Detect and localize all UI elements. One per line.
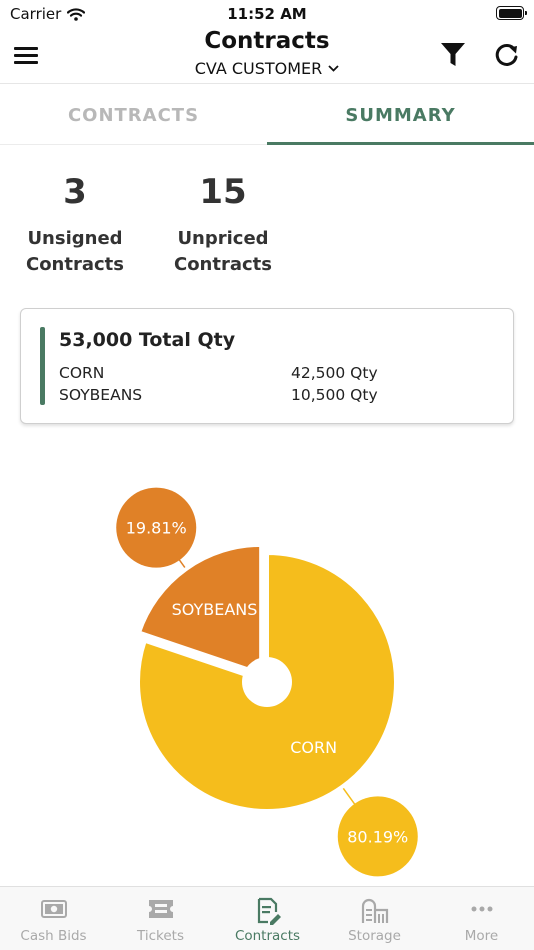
commodity-qty: 10,500 Qty — [291, 386, 378, 404]
more-dots-icon — [428, 897, 534, 925]
tab-bar-label: Storage — [348, 928, 401, 944]
total-quantity: 53,000 Total Qty — [59, 329, 236, 351]
unsigned-contracts-stat: 3 Unsigned Contracts — [10, 172, 140, 278]
refresh-button[interactable] — [493, 41, 521, 69]
menu-icon-line — [14, 54, 38, 57]
unsigned-count: 3 — [63, 172, 87, 212]
filter-button[interactable] — [440, 41, 466, 69]
unsigned-label-line1: Unsigned — [27, 228, 123, 249]
tab-summary[interactable]: SUMMARY — [267, 85, 534, 145]
view-tabs: CONTRACTS SUMMARY — [0, 85, 534, 145]
commodity-name: CORN — [59, 364, 105, 382]
unpriced-label-line1: Unpriced — [177, 228, 269, 249]
menu-button[interactable] — [12, 42, 42, 68]
tab-bar-label: More — [464, 928, 499, 944]
pie-percent-label: 80.19% — [347, 827, 408, 846]
tab-contracts[interactable]: CONTRACTS — [0, 85, 267, 145]
tab-bar-more[interactable]: More — [428, 887, 534, 950]
tab-bar-label: Tickets — [137, 928, 184, 944]
unpriced-label-line2: Contracts — [173, 254, 272, 275]
carrier-indicator: Carrier — [10, 5, 86, 23]
customer-name: CVA CUSTOMER — [194, 59, 323, 78]
pie-slice-label: CORN — [290, 738, 337, 757]
contract-edit-icon — [214, 897, 321, 925]
tab-bar-storage[interactable]: Storage — [321, 887, 428, 950]
menu-icon-line — [14, 61, 38, 64]
battery-icon — [496, 6, 527, 20]
status-bar: Carrier 11:52 AM — [0, 0, 534, 28]
wifi-icon — [67, 7, 86, 21]
tab-bar-contracts[interactable]: Contracts — [214, 887, 321, 950]
tab-bar-cash-bids[interactable]: Cash Bids — [0, 887, 107, 950]
filter-icon — [441, 43, 465, 66]
pie-slice-label: SOYBEANS — [172, 600, 258, 619]
unsigned-label-line2: Contracts — [25, 254, 124, 275]
nav-bar: Contracts CVA CUSTOMER — [0, 28, 534, 84]
unsigned-label: Unsigned Contracts — [10, 226, 140, 278]
customer-selector[interactable]: CVA CUSTOMER — [182, 59, 352, 78]
commodity-pie-chart: CORN SOYBEANS 80.19% 19.81% — [116, 487, 418, 877]
commodity-qty: 42,500 Qty — [291, 364, 378, 382]
unpriced-label: Unpriced Contracts — [158, 226, 288, 278]
commodity-name: SOYBEANS — [59, 386, 143, 404]
chevron-down-icon — [328, 65, 339, 72]
bottom-tab-bar: Cash Bids Tickets Contracts Storage More — [0, 886, 534, 950]
tab-bar-label: Contracts — [234, 928, 301, 944]
tab-bar-tickets[interactable]: Tickets — [107, 887, 214, 950]
refresh-icon — [495, 43, 518, 66]
ticket-icon — [107, 897, 214, 925]
unpriced-count: 15 — [199, 172, 247, 212]
unpriced-contracts-stat: 15 Unpriced Contracts — [158, 172, 288, 278]
tab-bar-label: Cash Bids — [20, 928, 87, 944]
menu-icon-line — [14, 47, 38, 50]
active-tab-indicator — [267, 142, 534, 145]
storage-silo-icon — [321, 897, 428, 925]
quantity-summary-card: 53,000 Total Qty CORN 42,500 Qty SOYBEAN… — [20, 308, 514, 424]
pie-center-hole — [242, 657, 292, 707]
card-accent-bar — [40, 327, 45, 405]
cash-icon — [0, 897, 107, 925]
pie-percent-label: 19.81% — [126, 519, 187, 538]
carrier-label: Carrier — [10, 5, 62, 23]
